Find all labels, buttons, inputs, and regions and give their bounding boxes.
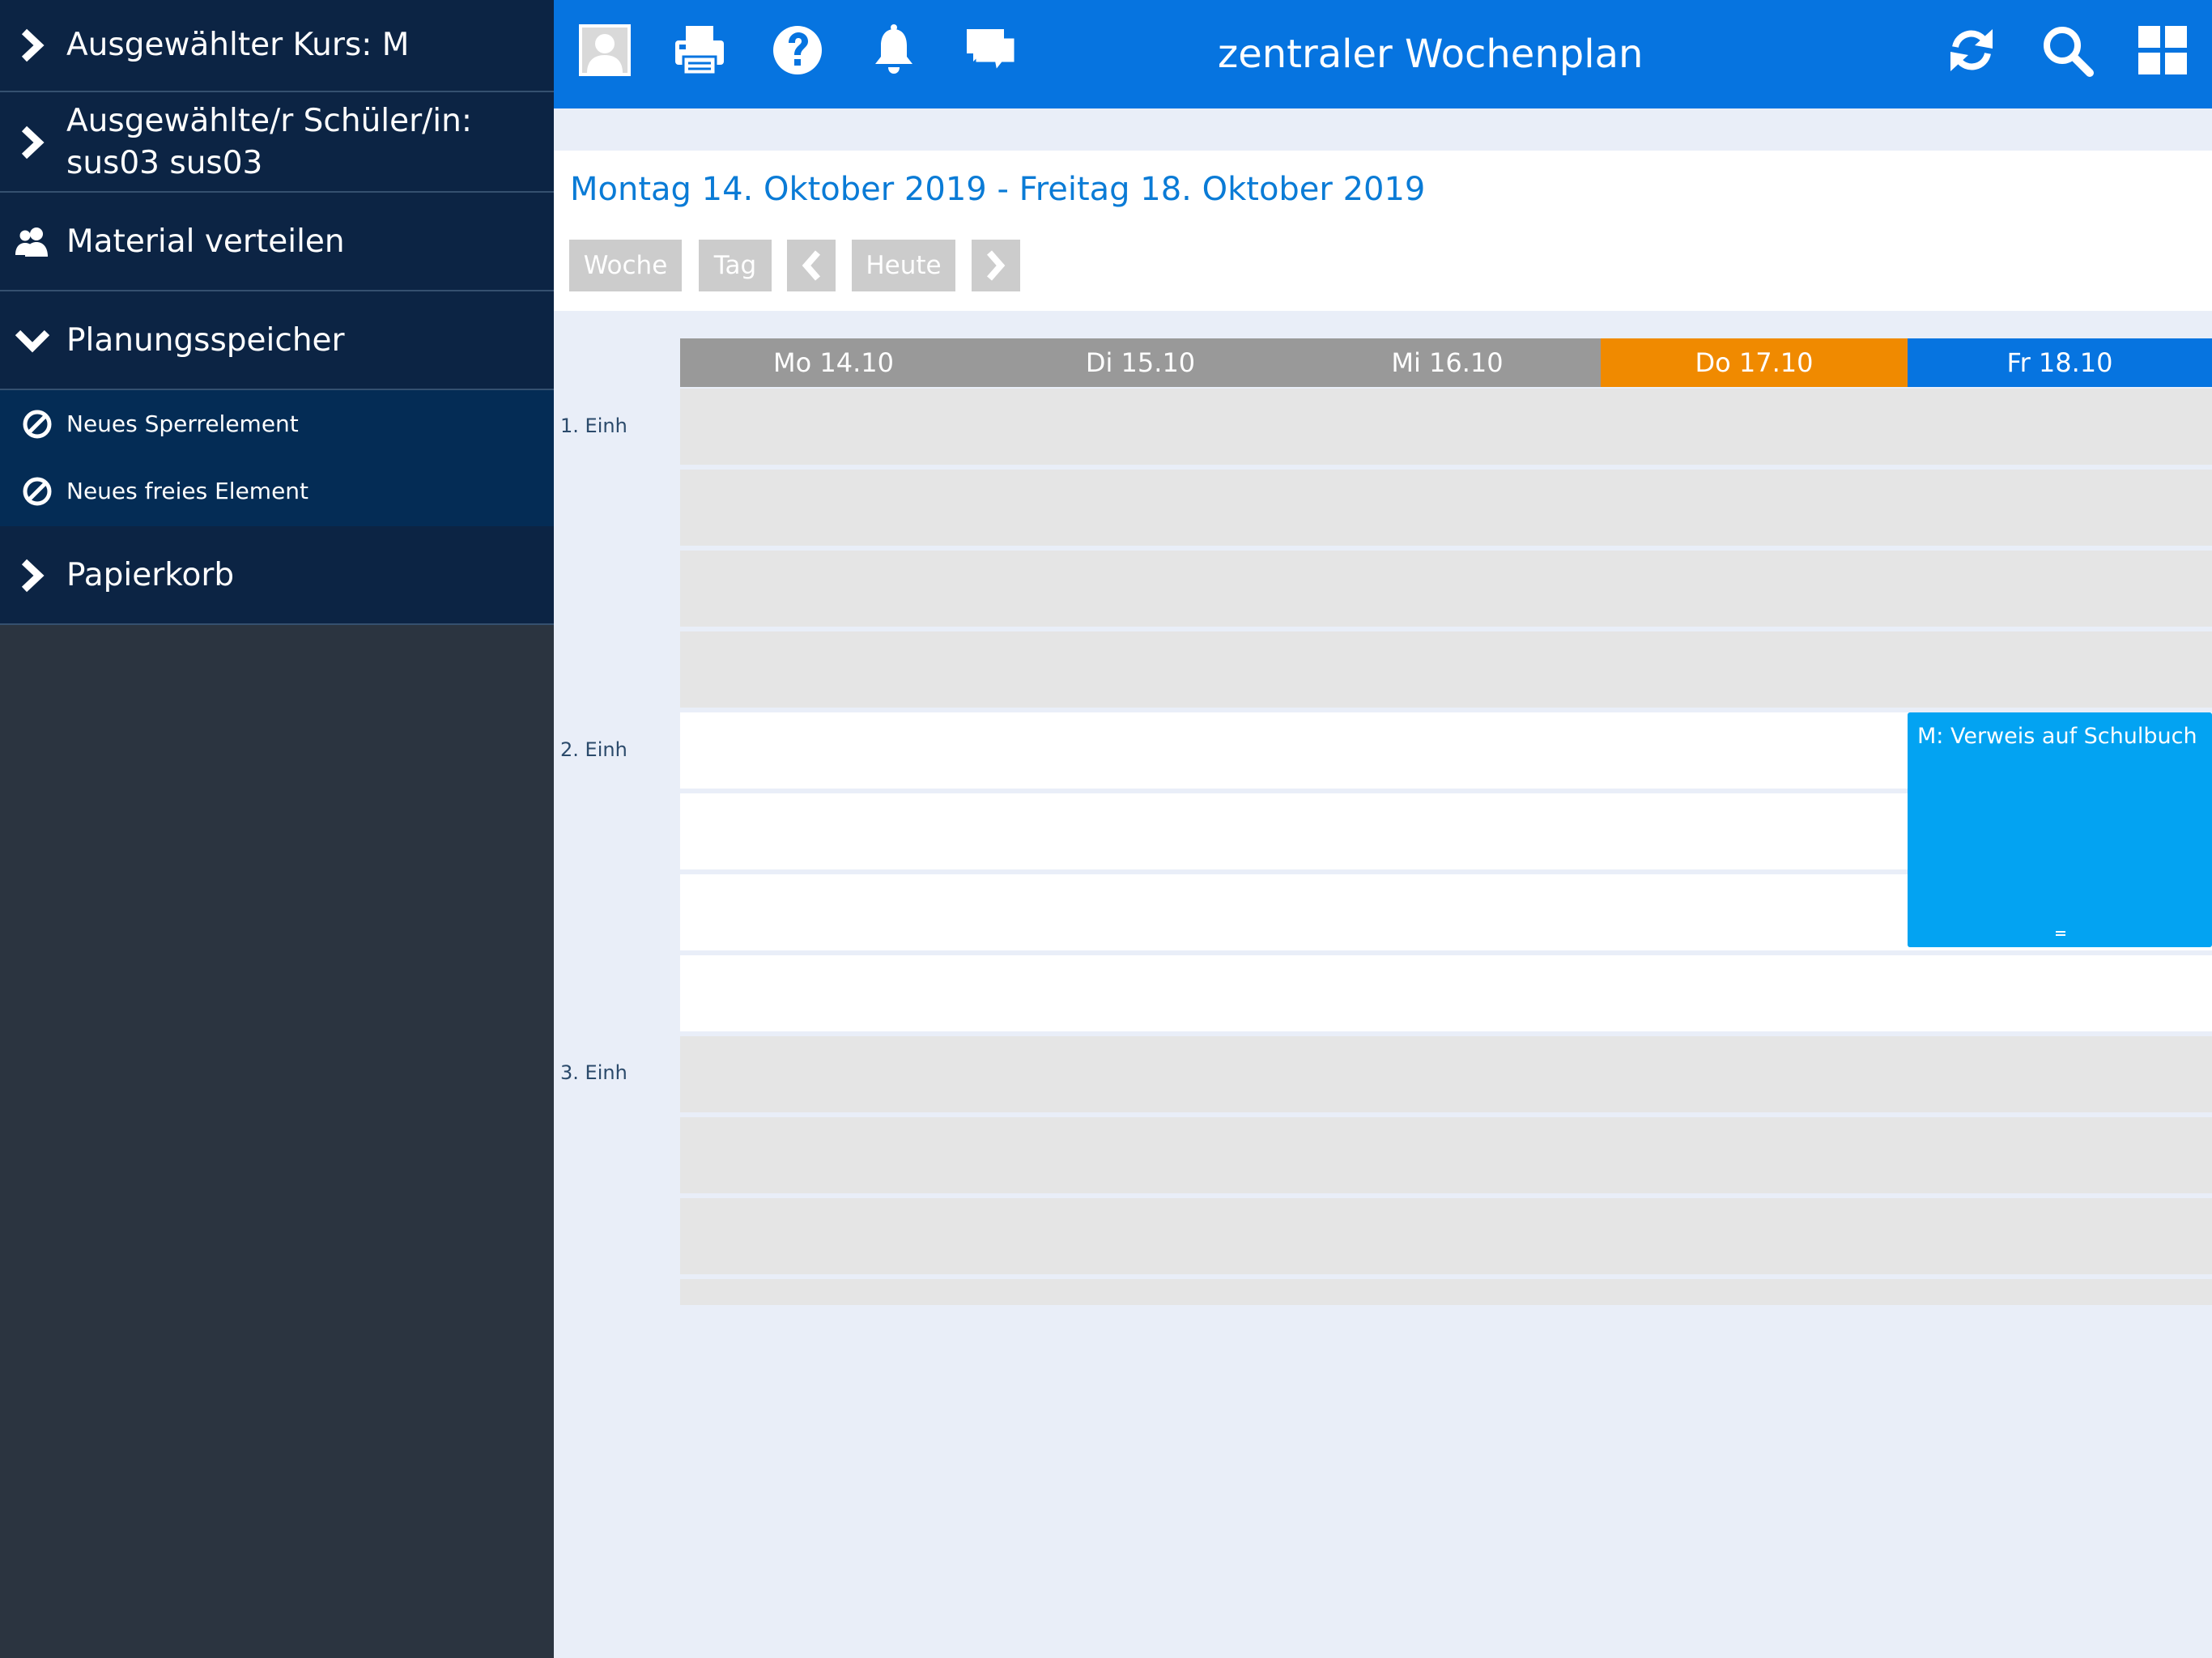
event-title: M: Verweis auf Schulbuch xyxy=(1917,724,2197,749)
period-label: 3. Einh xyxy=(560,1061,627,1084)
chevron-right-icon xyxy=(21,28,45,62)
time-slot[interactable] xyxy=(680,470,2212,546)
day-header-mon[interactable]: Mo 14.10 xyxy=(680,338,987,387)
time-slot[interactable] xyxy=(680,1036,2212,1112)
calendar-event[interactable]: M: Verweis auf Schulbuch xyxy=(1908,712,2212,947)
page-title: zentraler Wochenplan xyxy=(1218,32,1644,77)
time-slot[interactable] xyxy=(680,551,2212,627)
block-icon xyxy=(23,410,52,439)
sidebar-subitem-label: Neues freies Element xyxy=(66,478,309,504)
users-icon xyxy=(15,227,48,257)
time-slot[interactable] xyxy=(680,955,2212,1031)
day-header-fri[interactable]: Fr 18.10 xyxy=(1908,338,2212,387)
time-slot[interactable] xyxy=(680,1279,2212,1305)
day-header-wed[interactable]: Mi 16.10 xyxy=(1294,338,1601,387)
chat-icon[interactable] xyxy=(963,23,1019,78)
period-label: 2. Einh xyxy=(560,738,627,761)
sidebar-item-selected-student[interactable]: Ausgewählte/r Schüler/in: sus03 sus03 xyxy=(0,92,554,193)
week-calendar: Mo 14.10 Di 15.10 Mi 16.10 Do 17.10 Fr 1… xyxy=(554,311,2212,1658)
chevron-right-icon xyxy=(21,559,45,593)
resize-handle[interactable] xyxy=(2056,931,2065,936)
sidebar-item-selected-course[interactable]: Ausgewählter Kurs: M xyxy=(0,0,554,92)
time-slot[interactable] xyxy=(680,1198,2212,1274)
grid-icon[interactable] xyxy=(2135,23,2190,78)
sidebar-item-label: Papierkorb xyxy=(66,557,235,593)
period-label: 1. Einh xyxy=(560,414,627,437)
chevron-down-icon xyxy=(15,329,50,353)
day-header-thu[interactable]: Do 17.10 xyxy=(1601,338,1908,387)
time-slot[interactable] xyxy=(680,631,2212,708)
date-range: Montag 14. Oktober 2019 - Freitag 18. Ok… xyxy=(570,171,1426,208)
sidebar-subitem-new-free-element[interactable]: Neues freies Element xyxy=(0,458,554,526)
chevron-left-icon xyxy=(802,250,821,281)
avatar-icon[interactable] xyxy=(577,23,632,78)
top-bar: zentraler Wochenplan xyxy=(554,0,2212,108)
printer-icon[interactable] xyxy=(672,23,727,78)
sidebar-submenu: Neues Sperrelement Neues freies Element xyxy=(0,390,554,526)
sidebar-subitem-new-lock-element[interactable]: Neues Sperrelement xyxy=(0,390,554,458)
next-button[interactable] xyxy=(972,240,1020,291)
previous-button[interactable] xyxy=(787,240,836,291)
day-view-button[interactable]: Tag xyxy=(699,240,772,291)
sidebar-item-label: Ausgewählte/r Schüler/in: sus03 sus03 xyxy=(66,103,473,181)
sidebar-item-label: Planungsspeicher xyxy=(66,322,345,359)
help-icon[interactable] xyxy=(770,23,825,78)
sidebar-item-label: Ausgewählter Kurs: M xyxy=(66,27,410,63)
refresh-icon[interactable] xyxy=(1944,23,1999,78)
block-icon xyxy=(23,477,52,506)
sidebar-item-label: Material verteilen xyxy=(66,223,345,260)
time-slot[interactable] xyxy=(680,1117,2212,1193)
bell-icon[interactable] xyxy=(866,23,921,78)
time-slot[interactable] xyxy=(680,389,2212,465)
week-view-button[interactable]: Woche xyxy=(569,240,682,291)
sidebar-item-trash[interactable]: Papierkorb xyxy=(0,526,554,625)
calendar-header: Montag 14. Oktober 2019 - Freitag 18. Ok… xyxy=(554,151,2212,311)
sidebar-item-distribute-material[interactable]: Material verteilen xyxy=(0,193,554,291)
today-button[interactable]: Heute xyxy=(852,240,955,291)
sidebar-item-planning-storage[interactable]: Planungsspeicher xyxy=(0,291,554,390)
chevron-right-icon xyxy=(986,250,1006,281)
search-icon[interactable] xyxy=(2040,23,2095,78)
sidebar: Ausgewählter Kurs: M Ausgewählte/r Schül… xyxy=(0,0,554,1658)
day-header-tue[interactable]: Di 15.10 xyxy=(987,338,1294,387)
sidebar-subitem-label: Neues Sperrelement xyxy=(66,410,299,437)
chevron-right-icon xyxy=(21,125,45,159)
